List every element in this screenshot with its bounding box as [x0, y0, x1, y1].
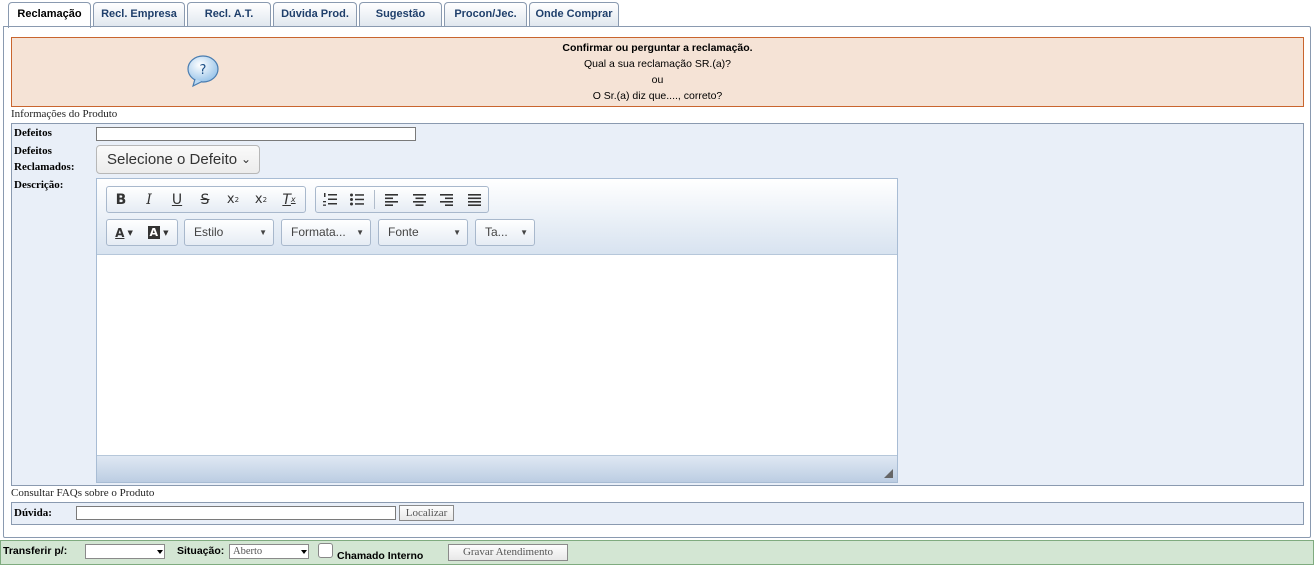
defeitos-reclamados-label-2: Reclamados: [14, 161, 75, 173]
style-combo-label: Estilo [194, 225, 224, 239]
editor-content-area[interactable] [97, 255, 897, 455]
remove-format-icon[interactable]: Tx [275, 187, 303, 212]
basic-styles-group: B I U S x2 x2 Tx [106, 186, 306, 213]
tab-duvida-prod[interactable]: Dúvida Prod. [273, 2, 357, 27]
numbered-list-icon[interactable] [316, 187, 344, 212]
tab-reclamacao[interactable]: Reclamação [8, 2, 91, 28]
chevron-down-icon: ⌄ [240, 152, 251, 166]
font-combo-label: Fonte [388, 225, 419, 239]
underline-icon[interactable]: U [163, 187, 191, 212]
tab-recl-at[interactable]: Recl. A.T. [187, 2, 271, 27]
editor-footer [97, 455, 897, 482]
justify-icon[interactable] [460, 187, 488, 212]
bulleted-list-icon[interactable] [344, 187, 372, 212]
defeitos-input[interactable] [96, 127, 416, 141]
background-color-icon[interactable]: A ▼ [141, 220, 175, 245]
combo-arrow-icon: ▼ [259, 228, 267, 237]
editor-toolbar: B I U S x2 x2 Tx A ▼ A ▼ Estilo ▼ Format… [97, 179, 897, 255]
tab-onde-comprar[interactable]: Onde Comprar [529, 2, 619, 27]
font-combo[interactable]: Fonte ▼ [378, 219, 468, 246]
chamado-interno-checkbox[interactable] [318, 543, 333, 558]
colors-group: A ▼ A ▼ [106, 219, 178, 246]
description-editor: B I U S x2 x2 Tx A ▼ A ▼ Estilo ▼ Format… [96, 178, 898, 483]
svg-text:?: ? [200, 63, 207, 78]
situacao-select[interactable]: Aberto [229, 544, 309, 559]
italic-icon[interactable]: I [135, 187, 163, 212]
defeitos-label: Defeitos [14, 127, 52, 139]
descricao-label: Descrição: [14, 179, 64, 191]
prompt-line-confirm: O Sr.(a) diz que...., correto? [592, 90, 723, 102]
size-combo[interactable]: Ta... ▼ [475, 219, 535, 246]
subscript-icon[interactable]: x2 [219, 187, 247, 212]
style-combo[interactable]: Estilo ▼ [184, 219, 274, 246]
defeito-select[interactable]: Selecione o Defeito ⌄ [96, 145, 260, 174]
defeito-select-value: Selecione o Defeito [107, 151, 238, 168]
format-combo[interactable]: Formata... ▼ [281, 219, 371, 246]
faq-section-title: Consultar FAQs sobre o Produto [11, 487, 155, 499]
combo-arrow-icon: ▼ [453, 228, 461, 237]
product-section-title: Informações do Produto [11, 108, 118, 120]
format-combo-label: Formata... [291, 225, 346, 239]
chamado-interno-label: Chamado Interno [337, 550, 424, 562]
align-center-icon[interactable] [405, 187, 433, 212]
situacao-select-value: Aberto [233, 546, 263, 557]
resize-handle-icon[interactable] [884, 469, 893, 478]
size-combo-label: Ta... [485, 225, 508, 239]
paragraph-group [315, 186, 489, 213]
combo-arrow-icon: ▼ [520, 228, 528, 237]
transferir-select[interactable] [85, 544, 165, 559]
gravar-atendimento-button[interactable]: Gravar Atendimento [448, 544, 568, 561]
situacao-label: Situação: [177, 545, 225, 557]
combo-arrow-icon: ▼ [356, 228, 364, 237]
question-bubble-icon: ? [187, 55, 219, 88]
defeitos-reclamados-label-1: Defeitos [14, 145, 52, 157]
superscript-icon[interactable]: x2 [247, 187, 275, 212]
tab-recl-empresa[interactable]: Recl. Empresa [93, 2, 185, 27]
localizar-button[interactable]: Localizar [399, 505, 454, 521]
align-right-icon[interactable] [433, 187, 461, 212]
tab-sugestao[interactable]: Sugestão [359, 2, 442, 27]
text-color-icon[interactable]: A ▼ [107, 220, 141, 245]
tab-procon-jec[interactable]: Procon/Jec. [444, 2, 527, 27]
strikethrough-icon[interactable]: S [191, 187, 219, 212]
transferir-label: Transferir p/: [3, 545, 68, 557]
bold-icon[interactable]: B [107, 187, 135, 212]
duvida-label: Dúvida: [14, 507, 52, 519]
align-left-icon[interactable] [378, 187, 406, 212]
dropdown-arrow-icon [157, 550, 163, 554]
toolbar-separator [374, 190, 375, 209]
dropdown-arrow-icon [301, 550, 307, 554]
duvida-input[interactable] [76, 506, 396, 520]
tab-bar: Reclamação Recl. Empresa Recl. A.T. Dúvi… [8, 2, 621, 28]
